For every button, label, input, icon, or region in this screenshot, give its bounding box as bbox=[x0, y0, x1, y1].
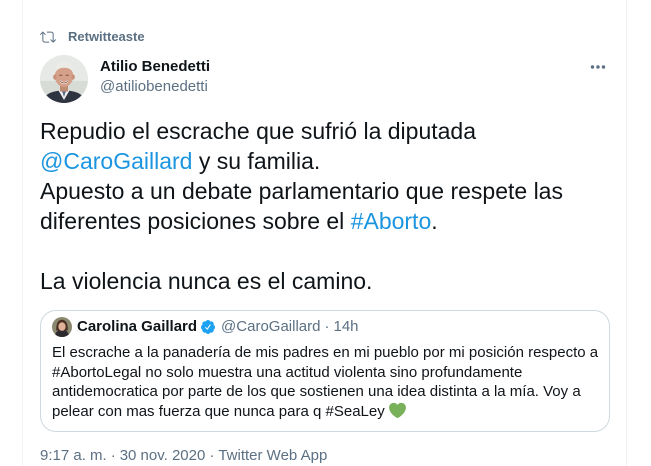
quoted-author-name: Carolina Gaillard bbox=[77, 318, 198, 335]
quoted-tweet-body: El escrache a la panadería de mis padres… bbox=[52, 344, 599, 420]
author-name[interactable]: Atilio Benedetti bbox=[100, 57, 210, 77]
social-context: Retwitteaste bbox=[40, 27, 145, 47]
separator-dot: · bbox=[324, 318, 330, 335]
mention-link[interactable]: @CaroGaillard bbox=[40, 148, 192, 174]
quoted-author-avatar bbox=[52, 317, 72, 337]
tweet-date[interactable]: 30 nov. 2020 bbox=[120, 446, 206, 466]
tweet-source[interactable]: Twitter Web App bbox=[218, 446, 327, 466]
author-handle[interactable]: @atiliobenedetti bbox=[100, 77, 208, 97]
tweet-time[interactable]: 9:17 a. m. bbox=[40, 446, 107, 466]
separator-dot: · bbox=[110, 447, 116, 464]
quoted-tweet-text: El escrache a la panadería de mis padres… bbox=[52, 343, 604, 421]
quoted-tweet-card[interactable]: Carolina Gaillard @CaroGaillard · 14h El… bbox=[40, 310, 610, 432]
author-avatar[interactable] bbox=[40, 55, 88, 103]
column-border-right bbox=[626, 0, 627, 466]
tweet-metadata: 9:17 a. m. · 30 nov. 2020 · Twitter Web … bbox=[40, 446, 327, 466]
quoted-tweet-header: Carolina Gaillard @CaroGaillard · 14h bbox=[52, 317, 359, 337]
quoted-tweet-time: 14h bbox=[333, 318, 359, 335]
tweet-detail: Retwitteaste Atilio Benedetti @atilioben… bbox=[0, 0, 651, 466]
more-options-icon[interactable] bbox=[588, 57, 608, 77]
verified-badge-icon bbox=[200, 319, 216, 335]
retweet-icon bbox=[40, 29, 56, 45]
tweet-text-part: Repudio el escrache que sufrió la diputa… bbox=[40, 118, 483, 144]
hashtag-link[interactable]: #Aborto bbox=[351, 208, 432, 234]
green-heart-icon bbox=[388, 402, 406, 419]
retweeted-label[interactable]: Retwitteaste bbox=[68, 27, 145, 47]
separator-dot: · bbox=[209, 447, 215, 464]
column-border-left bbox=[22, 0, 23, 466]
quoted-author-handle: @CaroGaillard bbox=[221, 318, 321, 335]
author-avatar-image bbox=[40, 55, 88, 103]
tweet-text: Repudio el escrache que sufrió la diputa… bbox=[40, 116, 585, 296]
